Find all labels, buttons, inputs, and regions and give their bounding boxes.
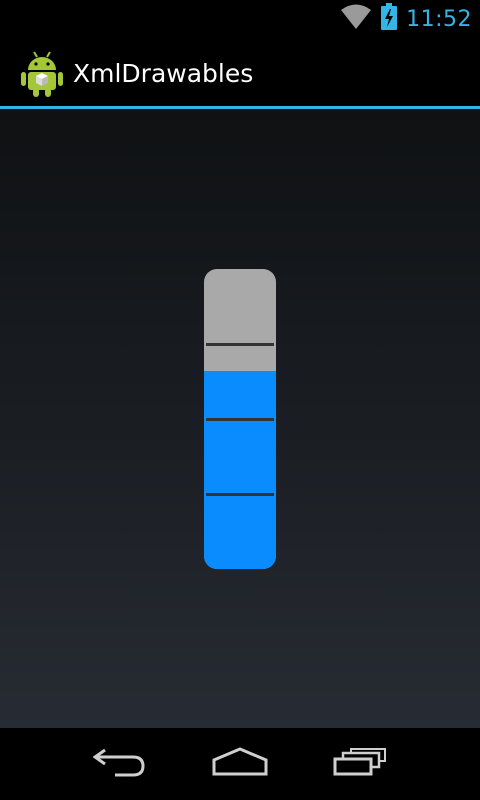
navigation-bar: [0, 728, 480, 800]
app-title: XmlDrawables: [73, 58, 254, 88]
recent-apps-icon: [333, 747, 387, 781]
level-gauge-fill: [204, 371, 276, 569]
home-button[interactable]: [200, 742, 280, 786]
action-bar: XmlDrawables: [0, 38, 480, 108]
home-icon: [212, 747, 268, 781]
device-screen: 11:52 XmlDrawables: [0, 0, 480, 800]
wifi-icon: [340, 4, 372, 34]
android-app-icon[interactable]: [20, 48, 64, 98]
status-time: 11:52: [406, 6, 472, 32]
status-icons: 11:52: [340, 0, 472, 38]
battery-charging-icon: [380, 3, 398, 35]
level-gauge-tick: [206, 418, 274, 421]
back-button[interactable]: [80, 742, 160, 786]
status-bar: 11:52: [0, 0, 480, 38]
recent-apps-button[interactable]: [320, 742, 400, 786]
content-area: [0, 109, 480, 728]
level-gauge-tick: [206, 493, 274, 496]
back-icon: [92, 747, 147, 781]
level-gauge: [204, 269, 276, 569]
level-gauge-tick: [206, 343, 274, 346]
